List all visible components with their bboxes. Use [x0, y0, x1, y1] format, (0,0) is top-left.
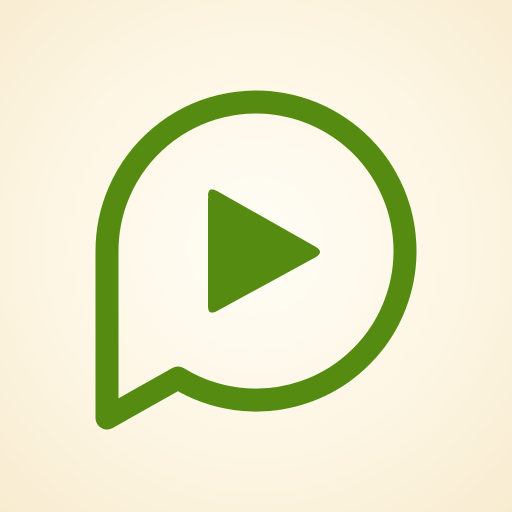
play-chat-bubble-icon: [95, 90, 417, 430]
play-triangle: [208, 189, 320, 313]
app-icon-canvas: [0, 0, 512, 512]
